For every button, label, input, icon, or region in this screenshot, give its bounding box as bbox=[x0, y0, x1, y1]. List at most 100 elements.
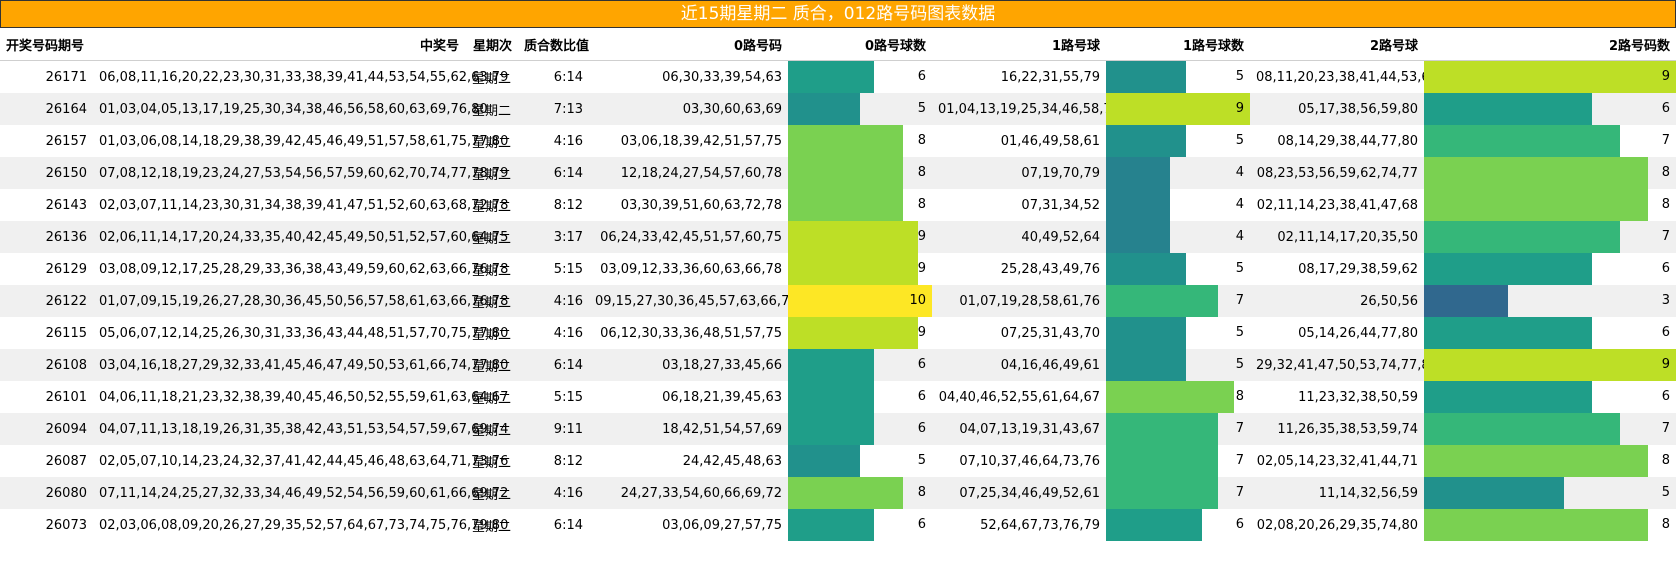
route0-count-value: 6 bbox=[917, 421, 926, 436]
route0-count-bar bbox=[788, 477, 903, 509]
route1-count-bar bbox=[1106, 349, 1186, 381]
route1-numbers-cell: 04,16,46,49,61 bbox=[932, 349, 1106, 381]
col-header-route0-count: 0路号球数 bbox=[788, 28, 932, 61]
route0-count-bar bbox=[788, 61, 874, 93]
col-header-route1-count: 1路号球数 bbox=[1106, 28, 1250, 61]
route1-count-value: 5 bbox=[1235, 357, 1244, 372]
route1-numbers-cell: 04,40,46,52,55,61,64,67 bbox=[932, 381, 1106, 413]
table-row: 26171 06,08,11,16,20,22,23,30,31,33,38,39… bbox=[0, 60, 1676, 93]
route1-numbers-cell: 40,49,52,64 bbox=[932, 221, 1106, 253]
route2-count-bar bbox=[1424, 445, 1648, 477]
route1-count-value: 5 bbox=[1235, 69, 1244, 84]
weekday-cell: 星期二 bbox=[465, 477, 518, 509]
route1-count-cell: 5 bbox=[1106, 60, 1250, 93]
route0-numbers-cell: 24,27,33,54,60,66,69,72 bbox=[589, 477, 788, 509]
table-row: 26143 02,03,07,11,14,23,30,31,34,38,39,41… bbox=[0, 189, 1676, 221]
weekday-cell: 星期二 bbox=[465, 189, 518, 221]
route0-count-value: 6 bbox=[917, 389, 926, 404]
route0-count-bar bbox=[788, 125, 903, 157]
route2-count-value: 6 bbox=[1661, 101, 1670, 116]
route0-count-cell: 9 bbox=[788, 221, 932, 253]
route2-count-value: 3 bbox=[1661, 293, 1670, 308]
route2-count-cell: 9 bbox=[1424, 60, 1676, 93]
numbers-cell: 04,07,11,13,18,19,26,31,35,38,42,43,51,5… bbox=[93, 413, 508, 445]
weekday-cell: 星期二 bbox=[465, 253, 518, 285]
table-row: 26101 04,06,11,18,21,23,32,38,39,40,45,46… bbox=[0, 381, 1676, 413]
numbers-cell: 04,06,11,18,21,23,32,38,39,40,45,46,50,5… bbox=[93, 381, 508, 413]
route2-count-bar bbox=[1424, 93, 1592, 125]
route0-numbers-cell: 24,42,45,48,63 bbox=[589, 445, 788, 477]
table-row: 26129 03,08,09,12,17,25,28,29,33,36,38,43… bbox=[0, 253, 1676, 285]
route0-count-bar bbox=[788, 221, 918, 253]
route2-numbers-cell: 26,50,56 bbox=[1250, 285, 1424, 317]
route0-count-value: 8 bbox=[917, 197, 926, 212]
route1-count-bar bbox=[1106, 509, 1202, 541]
numbers-cell: 02,06,11,14,17,20,24,33,35,40,42,45,49,5… bbox=[93, 221, 508, 253]
route0-numbers-cell: 03,06,09,27,57,75 bbox=[589, 509, 788, 541]
route0-numbers-cell: 03,18,27,33,45,66 bbox=[589, 349, 788, 381]
numbers-cell: 07,08,12,18,19,23,24,27,53,54,56,57,59,6… bbox=[93, 157, 508, 189]
route0-count-value: 8 bbox=[917, 485, 926, 500]
numbers-cell: 01,07,09,15,19,26,27,28,30,36,45,50,56,5… bbox=[93, 285, 508, 317]
route1-count-value: 4 bbox=[1235, 229, 1244, 244]
weekday-cell: 星期二 bbox=[465, 445, 518, 477]
route0-numbers-cell: 03,30,39,51,60,63,72,78 bbox=[589, 189, 788, 221]
route0-count-bar bbox=[788, 349, 874, 381]
weekday-cell: 星期二 bbox=[465, 317, 518, 349]
route1-count-value: 5 bbox=[1235, 261, 1244, 276]
ratio-cell: 6:14 bbox=[518, 60, 589, 93]
weekday-cell: 星期二 bbox=[465, 349, 518, 381]
route2-count-cell: 3 bbox=[1424, 285, 1676, 317]
table-row: 26094 04,07,11,13,18,19,26,31,35,38,42,43… bbox=[0, 413, 1676, 445]
table-row: 26136 02,06,11,14,17,20,24,33,35,40,42,45… bbox=[0, 221, 1676, 253]
route1-numbers-cell: 01,46,49,58,61 bbox=[932, 125, 1106, 157]
header-row: 开奖号码期号 中奖号 星期次 质合数比值 0路号码 0路号球数 1路号球 1路号… bbox=[0, 28, 1676, 61]
issue-cell: 26108 bbox=[0, 349, 93, 381]
ratio-cell: 8:12 bbox=[518, 189, 589, 221]
route0-count-bar bbox=[788, 189, 903, 221]
route2-numbers-cell: 11,23,32,38,50,59 bbox=[1250, 381, 1424, 413]
issue-cell: 26143 bbox=[0, 189, 93, 221]
weekday-cell: 星期二 bbox=[465, 413, 518, 445]
table-row: 26080 07,11,14,24,25,27,32,33,34,46,49,52… bbox=[0, 477, 1676, 509]
route2-count-cell: 5 bbox=[1424, 477, 1676, 509]
ratio-cell: 6:14 bbox=[518, 509, 589, 541]
numbers-cell: 07,11,14,24,25,27,32,33,34,46,49,52,54,5… bbox=[93, 477, 508, 509]
route2-count-bar bbox=[1424, 413, 1620, 445]
route2-count-cell: 8 bbox=[1424, 189, 1676, 221]
ratio-cell: 8:12 bbox=[518, 445, 589, 477]
issue-cell: 26094 bbox=[0, 413, 93, 445]
ratio-cell: 9:11 bbox=[518, 413, 589, 445]
route2-count-value: 7 bbox=[1661, 133, 1670, 148]
route0-count-value: 9 bbox=[917, 325, 926, 340]
route2-count-value: 6 bbox=[1661, 261, 1670, 276]
col-header-route1-numbers: 1路号球 bbox=[932, 28, 1106, 61]
route1-count-cell: 5 bbox=[1106, 317, 1250, 349]
table-row: 26108 03,04,16,18,27,29,32,33,41,45,46,47… bbox=[0, 349, 1676, 381]
route0-count-cell: 9 bbox=[788, 253, 932, 285]
route2-count-value: 6 bbox=[1661, 325, 1670, 340]
route0-count-value: 8 bbox=[917, 133, 926, 148]
issue-cell: 26101 bbox=[0, 381, 93, 413]
route2-count-value: 8 bbox=[1661, 197, 1670, 212]
route1-numbers-cell: 04,07,13,19,31,43,67 bbox=[932, 413, 1106, 445]
route1-numbers-cell: 07,25,34,46,49,52,61 bbox=[932, 477, 1106, 509]
route0-count-value: 5 bbox=[917, 101, 926, 116]
route0-numbers-cell: 03,09,12,33,36,60,63,66,78 bbox=[589, 253, 788, 285]
route0-count-cell: 8 bbox=[788, 157, 932, 189]
route0-count-bar bbox=[788, 253, 918, 285]
route2-numbers-cell: 11,26,35,38,53,59,74 bbox=[1250, 413, 1424, 445]
route0-numbers-cell: 03,30,60,63,69 bbox=[589, 93, 788, 125]
route2-count-cell: 7 bbox=[1424, 125, 1676, 157]
numbers-cell: 01,03,06,08,14,18,29,38,39,42,45,46,49,5… bbox=[93, 125, 508, 157]
issue-cell: 26157 bbox=[0, 125, 93, 157]
route1-count-bar bbox=[1106, 221, 1170, 253]
route1-count-cell: 5 bbox=[1106, 253, 1250, 285]
route1-count-value: 5 bbox=[1235, 325, 1244, 340]
table-row: 26150 07,08,12,18,19,23,24,27,53,54,56,57… bbox=[0, 157, 1676, 189]
route0-count-value: 6 bbox=[917, 517, 926, 532]
route0-count-cell: 5 bbox=[788, 93, 932, 125]
route2-count-bar bbox=[1424, 317, 1592, 349]
route0-count-cell: 6 bbox=[788, 509, 932, 541]
route0-count-cell: 10 bbox=[788, 285, 932, 317]
